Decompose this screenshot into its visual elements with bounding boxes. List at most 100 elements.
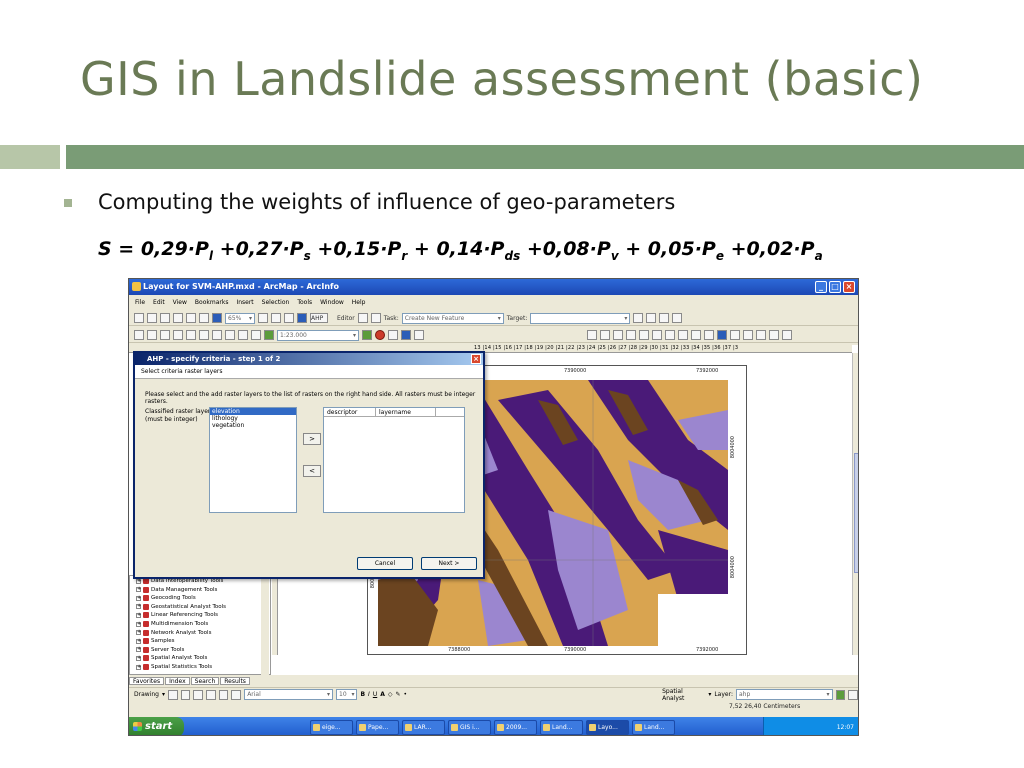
taskbar-item[interactable]: GIS i... [448, 719, 491, 735]
create-contours-icon[interactable] [848, 689, 858, 700]
menu-tools[interactable]: Tools [297, 299, 312, 306]
cancel-button[interactable]: Cancel [357, 557, 413, 570]
toolbox-item[interactable]: + Data Management Tools [136, 586, 217, 593]
command-line-icon[interactable] [388, 330, 398, 340]
arctoolbox-icon[interactable] [375, 330, 385, 340]
expand-icon[interactable]: + [136, 630, 141, 636]
scale-input[interactable]: 1:23.000 ▾ [277, 329, 359, 341]
attributes-icon[interactable] [659, 313, 670, 323]
menu-file[interactable]: File [135, 299, 145, 306]
next-button[interactable]: Next > [421, 557, 477, 570]
editor-toolbar-icon[interactable] [362, 330, 372, 340]
taskbar-item[interactable]: Pape... [356, 719, 399, 735]
expand-icon[interactable]: + [136, 595, 141, 601]
taskbar-item[interactable]: eige... [310, 719, 353, 735]
toolbox-item[interactable]: + Geostatistical Analyst Tools [136, 603, 226, 610]
expand-icon[interactable]: + [136, 621, 141, 627]
find-icon[interactable] [730, 330, 740, 340]
cut-icon[interactable] [186, 330, 196, 340]
maximize-button[interactable]: □ [829, 281, 841, 293]
font-select[interactable]: Arial ▾ [244, 689, 334, 700]
close-button[interactable]: × [843, 281, 855, 293]
expand-icon[interactable]: + [136, 578, 141, 584]
hyperlink-icon[interactable] [756, 330, 766, 340]
zoom-whole-page-icon[interactable] [173, 313, 183, 323]
menu-window[interactable]: Window [320, 299, 344, 306]
scroll-thumb[interactable] [854, 453, 858, 573]
task-select[interactable]: Create New Feature ▾ [401, 312, 504, 324]
toolbox-tab-search[interactable]: Search [190, 677, 220, 685]
layout-toggle-icon[interactable] [258, 313, 268, 323]
toolbox-item[interactable]: + Samples [136, 638, 175, 645]
open-file-icon[interactable] [147, 330, 157, 340]
menu-view[interactable]: View [173, 299, 187, 306]
taskbar-item[interactable]: Layo... [586, 719, 629, 735]
menu-edit[interactable]: Edit [153, 299, 165, 306]
print-icon[interactable] [173, 330, 183, 340]
redo-icon[interactable] [251, 330, 261, 340]
layer-list-item[interactable]: elevation [210, 408, 296, 415]
toolbox-tab-favorites[interactable]: Favorites [129, 677, 165, 685]
copy-icon[interactable] [199, 330, 209, 340]
remove-layer-button[interactable]: < [303, 465, 321, 477]
toolbox-item[interactable]: + Spatial Analyst Tools [136, 655, 207, 662]
drawing-menu[interactable]: Drawing [134, 691, 159, 698]
zoom-select[interactable]: 65% ▾ [225, 312, 255, 324]
text-tool-icon[interactable] [218, 689, 229, 700]
forward-extent-icon[interactable] [678, 330, 688, 340]
pan-icon[interactable] [639, 330, 649, 340]
font-color-icon[interactable]: A [380, 691, 385, 698]
layout-vertical-scrollbar[interactable] [852, 353, 858, 655]
layer-list-item[interactable]: vegetation [210, 422, 296, 429]
taskbar-item[interactable]: 2009... [494, 719, 537, 735]
edit-vertices-icon[interactable] [231, 689, 242, 700]
taskbar-item[interactable]: Land... [632, 719, 675, 735]
underline-button[interactable]: U [373, 691, 377, 698]
fixed-zoom-icon[interactable] [199, 313, 209, 323]
rectangle-tool-icon[interactable] [206, 689, 216, 700]
select-pointer-icon[interactable] [167, 689, 178, 700]
arccatalog-icon[interactable] [401, 330, 411, 340]
taskbar-item[interactable]: LAR... [402, 719, 445, 735]
toolbox-tab-index[interactable]: Index [165, 677, 190, 685]
expand-icon[interactable]: + [136, 655, 141, 661]
zoom-in-icon[interactable] [587, 330, 597, 340]
time-slider-icon[interactable] [769, 330, 779, 340]
zoom-100-icon[interactable] [186, 313, 196, 323]
measure-icon[interactable] [743, 330, 753, 340]
rotate-icon[interactable] [180, 689, 191, 700]
select-features-icon[interactable] [704, 330, 714, 340]
focus-frame-icon[interactable] [284, 313, 294, 323]
column-descriptor[interactable]: descriptor [324, 408, 376, 416]
toolbox-item[interactable]: + Network Analyst Tools [136, 629, 211, 636]
marker-color-icon[interactable]: • [404, 691, 408, 698]
open-icon[interactable] [147, 313, 157, 323]
editor-menu[interactable]: Editor [337, 315, 355, 322]
ahp-button[interactable]: AHP [310, 313, 328, 323]
delete-icon[interactable] [225, 330, 235, 340]
line-color-icon[interactable]: ✎ [396, 691, 401, 698]
add-data-icon[interactable] [264, 330, 274, 340]
menu-bookmarks[interactable]: Bookmarks [195, 299, 229, 306]
start-button[interactable]: start [129, 717, 184, 735]
menu-selection[interactable]: Selection [262, 299, 290, 306]
undo-icon[interactable] [238, 330, 248, 340]
sketch-tool-icon[interactable] [370, 313, 381, 323]
expand-icon[interactable]: + [136, 587, 141, 593]
new-document-icon[interactable] [134, 313, 144, 323]
toolbox-item[interactable]: + Multidimension Tools [136, 621, 208, 627]
rotate-tool-icon[interactable] [646, 313, 657, 323]
toolbox-tab-results[interactable]: Results [220, 677, 250, 685]
fill-color-icon[interactable]: ◇ [388, 691, 393, 698]
font-size-select[interactable]: 10 ▾ [336, 689, 358, 700]
taskbar-item[interactable]: Land... [540, 719, 583, 735]
new-icon[interactable] [134, 330, 144, 340]
menu-insert[interactable]: Insert [236, 299, 253, 306]
column-layername[interactable]: layername [376, 408, 436, 416]
expand-icon[interactable]: + [136, 638, 141, 644]
expand-icon[interactable]: + [136, 612, 141, 618]
minimize-button[interactable]: _ [815, 281, 827, 293]
save-file-icon[interactable] [160, 330, 170, 340]
select-elements-icon[interactable] [691, 330, 701, 340]
zoom-to-selected-icon[interactable] [193, 689, 204, 700]
